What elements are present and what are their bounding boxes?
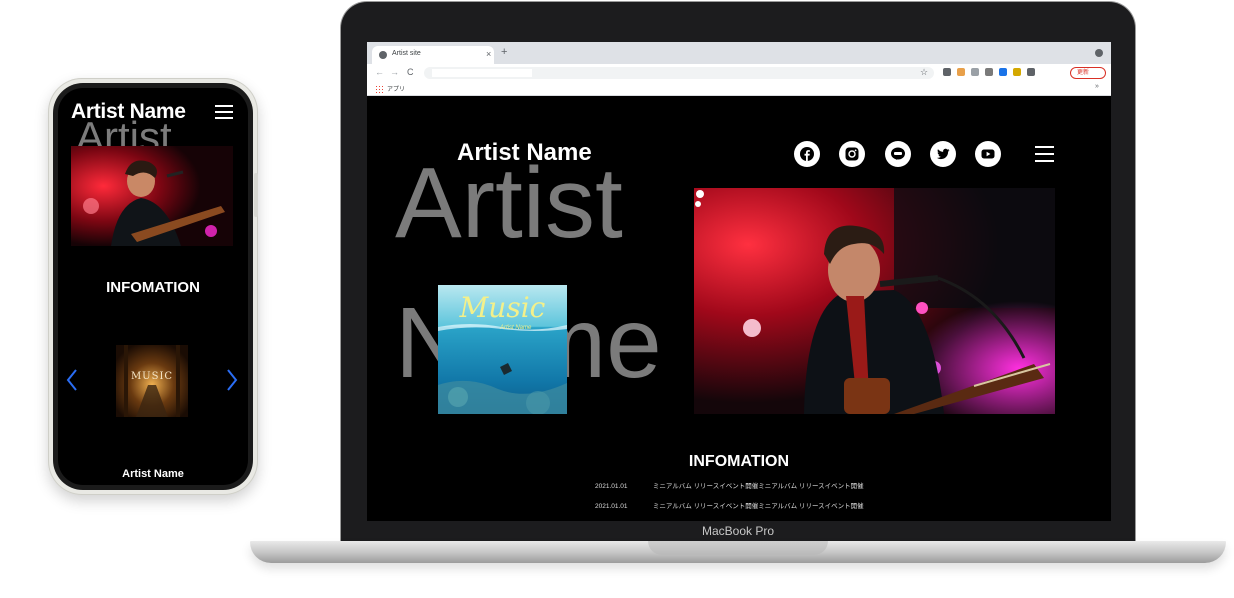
address-bar[interactable] — [424, 67, 934, 79]
phone-hero-photo — [71, 146, 233, 246]
artist-website: Artist Name Artist Name — [367, 97, 1111, 521]
hero-photo-artist-performing — [694, 188, 1055, 414]
youtube-icon[interactable] — [975, 141, 1001, 167]
browser-tab[interactable]: Artist site × — [372, 46, 494, 64]
bookmarks-bar: アプリ » — [367, 82, 1111, 96]
update-label: 更新 — [1077, 70, 1090, 76]
phone-section-title: INFOMATION — [106, 279, 200, 296]
tab-title: Artist site — [392, 50, 421, 57]
phone-side-button — [254, 173, 258, 217]
apps-bookmark[interactable]: アプリ — [387, 84, 405, 93]
camera-extension-icon[interactable] — [971, 68, 979, 76]
puzzle-extension-icon[interactable] — [1027, 68, 1035, 76]
instagram-icon[interactable] — [839, 141, 865, 167]
new-tab-button[interactable]: + — [501, 47, 507, 58]
globe-icon — [379, 51, 387, 59]
phone-album-cover[interactable]: MUSIC — [116, 345, 188, 417]
laptop-screen: Artist site × + ← → C ☆ 更新 アプリ » Artist … — [367, 42, 1111, 521]
chevron-right-icon[interactable] — [226, 368, 238, 392]
bookmarks-overflow-icon[interactable]: » — [1095, 83, 1099, 90]
news-item[interactable]: 2021.01.01 ミニアルバム リリースイベント開催ミニアルバム リリースイ… — [595, 480, 864, 490]
news-date: 2021.01.01 — [595, 483, 628, 490]
browser-tab-bar: Artist site × + — [367, 42, 1111, 64]
laptop-model-label: MacBook Pro — [701, 524, 775, 538]
album-subtitle: Artist Name — [500, 325, 532, 331]
hamburger-menu-icon[interactable] — [1035, 146, 1054, 163]
laptop-opening-notch — [648, 541, 828, 555]
back-icon[interactable]: ← — [375, 67, 384, 77]
album-title: Music — [459, 291, 546, 324]
update-button[interactable]: 更新 — [1070, 67, 1106, 79]
browser-toolbar: ← → C ☆ 更新 — [367, 64, 1111, 82]
album-cover-music[interactable]: Music Artist Name — [438, 285, 567, 414]
bookmark-star-icon[interactable]: ☆ — [920, 67, 928, 78]
twitter-icon[interactable] — [930, 141, 956, 167]
site-title[interactable]: Artist Name — [457, 139, 592, 167]
fx-extension-icon[interactable] — [943, 68, 951, 76]
reload-icon[interactable]: C — [407, 67, 414, 77]
eyedropper-extension-icon[interactable] — [985, 68, 993, 76]
phone-site-title[interactable]: Artist Name — [71, 100, 186, 124]
phone-mockup: Artist Artist Name INFOMATION MUSIC Arti… — [48, 78, 258, 495]
phone-album-text: MUSIC — [130, 371, 174, 382]
hamburger-menu-icon[interactable] — [215, 105, 233, 120]
forward-icon[interactable]: → — [390, 67, 399, 77]
phone-screen: Artist Artist Name INFOMATION MUSIC Arti… — [58, 88, 248, 485]
news-text: ミニアルバム リリースイベント開催ミニアルバム リリースイベント開催 — [652, 503, 864, 510]
close-icon[interactable]: × — [486, 49, 491, 59]
phone-footer-title: Artist Name — [122, 468, 184, 480]
flag-extension-icon[interactable] — [957, 68, 965, 76]
news-item[interactable]: 2021.01.01 ミニアルバム リリースイベント開催ミニアルバム リリースイ… — [595, 500, 864, 510]
facebook-icon[interactable] — [794, 141, 820, 167]
news-text: ミニアルバム リリースイベント開催ミニアルバム リリースイベント開催 — [652, 483, 864, 490]
news-date: 2021.01.01 — [595, 503, 628, 510]
address-bar-text — [432, 69, 532, 77]
browser-menu-icon[interactable] — [1095, 49, 1103, 57]
line-icon[interactable] — [885, 141, 911, 167]
background-word-artist: Artist — [395, 147, 623, 259]
info-section-title: INFOMATION — [688, 453, 790, 470]
download-extension-icon[interactable] — [999, 68, 1007, 76]
chevron-left-icon[interactable] — [66, 368, 78, 392]
apps-grid-icon[interactable] — [375, 85, 383, 93]
card-extension-icon[interactable] — [1013, 68, 1021, 76]
